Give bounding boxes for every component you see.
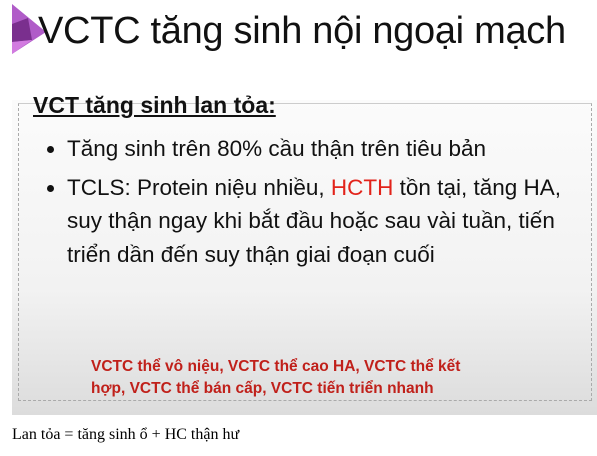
bullet-item: TCLS: Protein niệu nhiều, HCTH tồn tại, … — [67, 171, 597, 272]
bullet-text: Tăng sinh trên 80% cầu thận trên tiêu bả… — [67, 136, 487, 161]
section-heading: VCT tăng sinh lan tỏa: — [33, 92, 276, 118]
slide-title: VCTC tăng sinh nội ngoại mạch — [38, 10, 566, 52]
text-placeholder-box: VCT tăng sinh lan tỏa: Tăng sinh trên 80… — [18, 92, 592, 401]
bullet-item: Tăng sinh trên 80% cầu thận trên tiêu bả… — [67, 132, 597, 166]
highlight-text: HCTH — [330, 174, 394, 200]
bullet-list: Tăng sinh trên 80% cầu thận trên tiêu bả… — [31, 132, 597, 276]
slide: VCTC tăng sinh nội ngoại mạch VCT tăng s… — [12, 0, 597, 415]
slide-body: VCT tăng sinh lan tỏa: Tăng sinh trên 80… — [12, 92, 597, 415]
bullet-text: TCLS: Protein niệu nhiều, — [67, 174, 331, 200]
caption: Lan tỏa = tăng sinh ổ + HC thận hư — [12, 426, 240, 443]
note-text: VCTC thể vô niệu, VCTC thể cao HA, VCTC … — [91, 358, 461, 397]
